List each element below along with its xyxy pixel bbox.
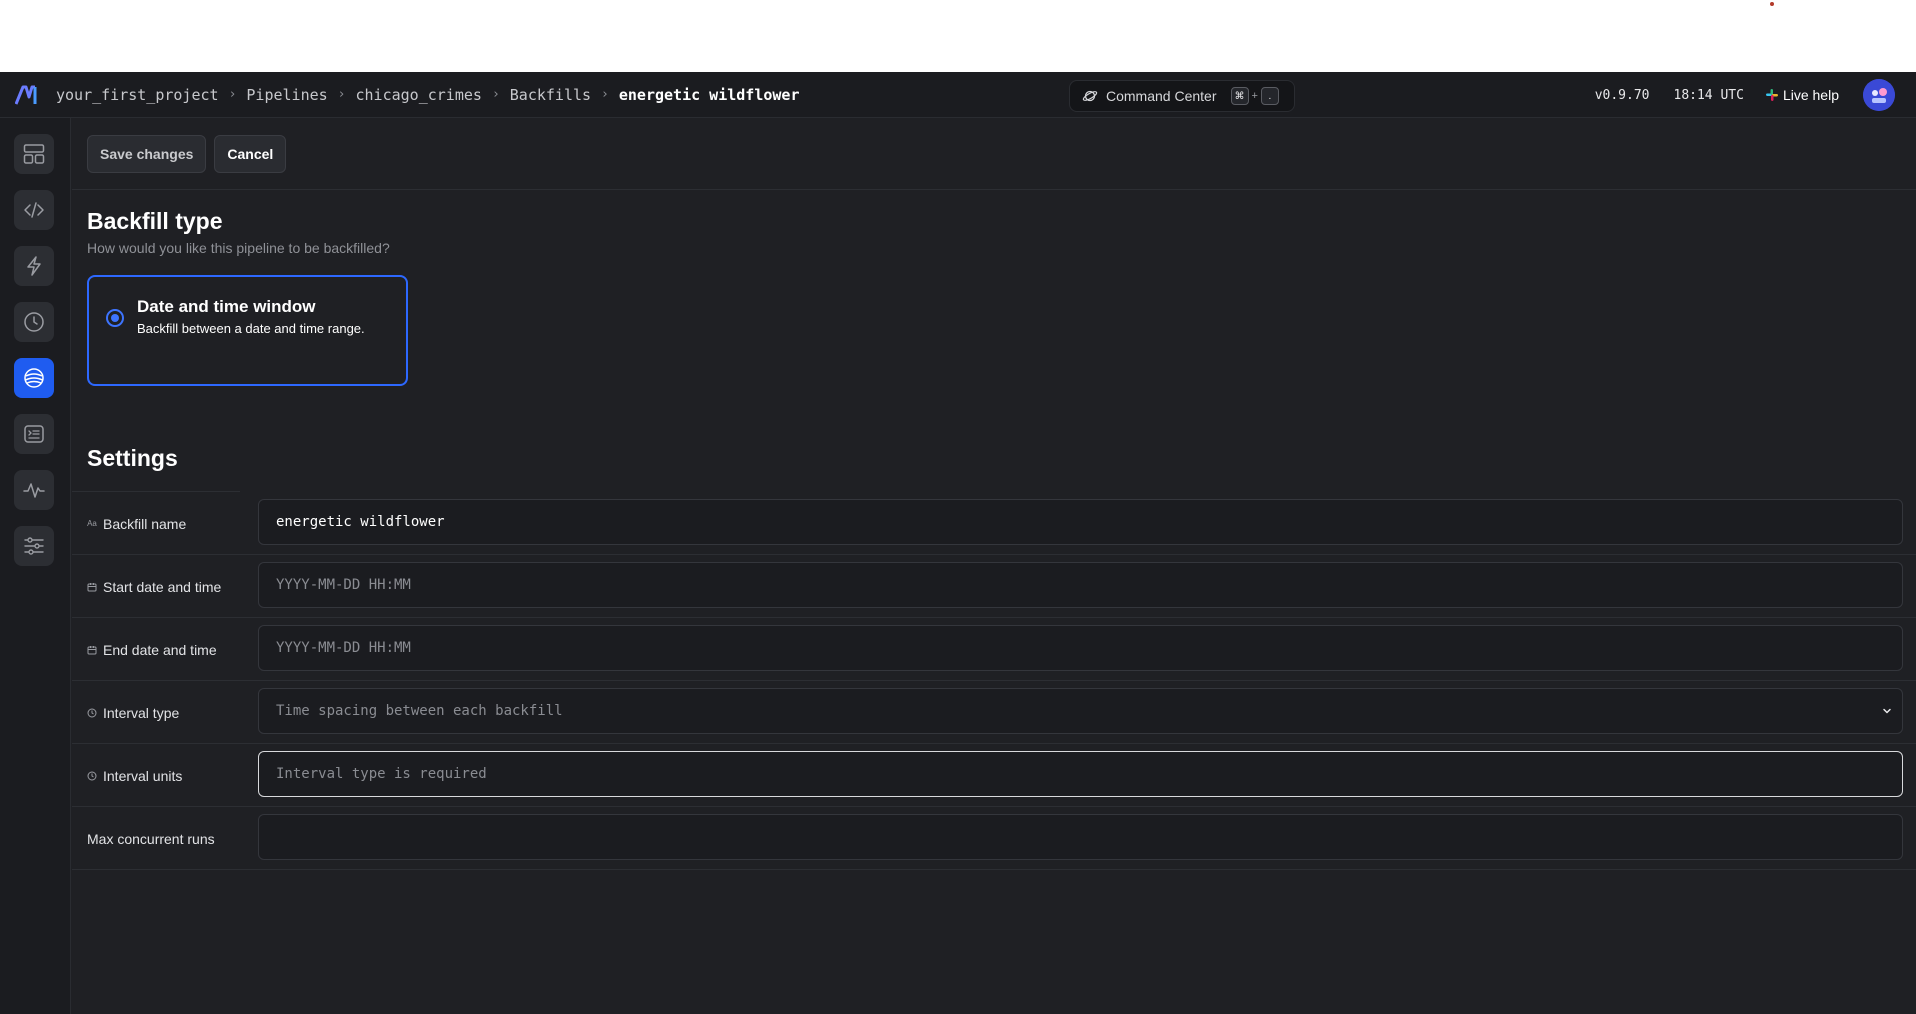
- clock-icon: [87, 708, 97, 718]
- end-date-label-text: End date and time: [103, 641, 217, 658]
- backfill-globe-icon: [24, 368, 44, 388]
- sidebar-item-triggers[interactable]: [14, 246, 54, 286]
- interval-units-row: Interval units: [72, 744, 1916, 807]
- chevron-right-icon: ›: [601, 87, 609, 102]
- pulse-icon: [23, 483, 45, 498]
- end-date-label: End date and time: [87, 618, 217, 681]
- sidebar-item-runs[interactable]: [14, 302, 54, 342]
- settings-title: Settings: [87, 445, 178, 471]
- start-date-label: Start date and time: [87, 555, 221, 618]
- toolbar: Save changes Cancel: [72, 118, 1916, 190]
- layout-icon: [23, 144, 45, 164]
- red-dot: [1770, 2, 1774, 6]
- end-date-row: End date and time: [72, 618, 1916, 681]
- code-icon: [24, 202, 44, 218]
- calendar-icon: [87, 645, 97, 655]
- header-right: v0.9.70 18:14 UTC Live help: [1595, 72, 1916, 118]
- backfill-name-label: Aa Backfill name: [87, 492, 186, 555]
- start-date-input[interactable]: [258, 562, 1903, 608]
- user-avatar[interactable]: [1863, 79, 1895, 111]
- slack-icon: [1765, 89, 1778, 101]
- header-bar: your_first_project › Pipelines › chicago…: [0, 72, 1916, 118]
- chevron-right-icon: ›: [491, 87, 500, 102]
- sidebar: [0, 118, 71, 1014]
- breadcrumb-current: energetic wildflower: [618, 85, 800, 104]
- breadcrumb-pipeline[interactable]: chicago_crimes: [356, 86, 482, 104]
- lightning-icon: [27, 256, 41, 276]
- settings-form: Aa Backfill name Start date and time: [72, 492, 1916, 870]
- interval-units-label-text: Interval units: [103, 767, 183, 784]
- chevron-right-icon: ›: [337, 87, 346, 102]
- start-date-label-text: Start date and time: [103, 578, 222, 595]
- mage-logo-icon[interactable]: [0, 85, 56, 105]
- backfill-type-title: Backfill type: [87, 208, 223, 234]
- sidebar-item-settings[interactable]: [14, 526, 54, 566]
- start-date-row: Start date and time: [72, 555, 1916, 618]
- max-concurrent-runs-label-text: Max concurrent runs: [87, 830, 215, 847]
- sidebar-item-overview[interactable]: [14, 134, 54, 174]
- max-concurrent-runs-label: Max concurrent runs: [87, 807, 215, 870]
- breadcrumb-backfills[interactable]: Backfills: [510, 86, 591, 104]
- backfill-name-row: Aa Backfill name: [72, 492, 1916, 555]
- breadcrumb-pipelines[interactable]: Pipelines: [246, 86, 327, 104]
- date-time-window-option[interactable]: Date and time window Backfill between a …: [87, 275, 408, 386]
- breadcrumb: your_first_project › Pipelines › chicago…: [56, 86, 800, 104]
- sidebar-item-monitor[interactable]: [14, 470, 54, 510]
- clock-icon: [24, 312, 44, 332]
- interval-units-input[interactable]: [258, 751, 1903, 797]
- interval-units-label: Interval units: [87, 744, 182, 807]
- interval-type-row: Interval type Time spacing between each …: [72, 681, 1916, 744]
- cancel-button[interactable]: Cancel: [214, 134, 287, 173]
- browser-top-blank: [0, 0, 1916, 72]
- backfill-name-input[interactable]: [258, 499, 1903, 545]
- main-content: Save changes Cancel Backfill type How wo…: [72, 118, 1916, 1014]
- sidebar-item-edit-pipeline[interactable]: [14, 190, 54, 230]
- shortcut-plus: +: [1251, 90, 1258, 102]
- clock-icon: [87, 771, 97, 781]
- terminal-icon: [24, 425, 44, 443]
- sidebar-item-backfills[interactable]: [14, 358, 54, 398]
- end-date-input[interactable]: [258, 625, 1903, 671]
- clock-label: 18:14 UTC: [1673, 87, 1744, 103]
- breadcrumb-project[interactable]: your_first_project: [56, 86, 219, 104]
- max-concurrent-runs-row: Max concurrent runs: [72, 807, 1916, 870]
- interval-type-placeholder: Time spacing between each backfill: [276, 703, 563, 719]
- interval-type-select[interactable]: Time spacing between each backfill: [258, 688, 1903, 734]
- calendar-icon: [87, 582, 97, 592]
- command-key: ⌘: [1230, 87, 1249, 105]
- option-title: Date and time window: [137, 297, 316, 316]
- live-help-link[interactable]: Live help: [1765, 87, 1839, 103]
- option-description: Backfill between a date and time range.: [137, 321, 365, 336]
- period-key: .: [1260, 87, 1279, 105]
- backfill-type-subtitle: How would you like this pipeline to be b…: [87, 240, 390, 256]
- command-center-label: Command Center: [1106, 88, 1217, 104]
- save-changes-button[interactable]: Save changes: [87, 134, 207, 173]
- max-concurrent-runs-input[interactable]: [258, 814, 1903, 860]
- command-center-button[interactable]: Command Center ⌘ + .: [1069, 80, 1295, 112]
- chevron-down-icon: [1883, 708, 1891, 714]
- chevron-right-icon: ›: [228, 87, 237, 102]
- live-help-label: Live help: [1782, 87, 1839, 103]
- text-type-icon: Aa: [87, 519, 97, 528]
- sliders-icon: [24, 537, 44, 555]
- interval-type-label-text: Interval type: [103, 704, 180, 721]
- radio-selected[interactable]: [106, 309, 124, 327]
- command-center-shortcut: ⌘ + .: [1230, 87, 1279, 105]
- version-label: v0.9.70: [1594, 87, 1650, 103]
- interval-type-label: Interval type: [87, 681, 179, 744]
- planet-icon: [1082, 90, 1098, 102]
- sidebar-item-logs[interactable]: [14, 414, 54, 454]
- backfill-name-label-text: Backfill name: [103, 515, 187, 532]
- app-window: your_first_project › Pipelines › chicago…: [0, 72, 1916, 1014]
